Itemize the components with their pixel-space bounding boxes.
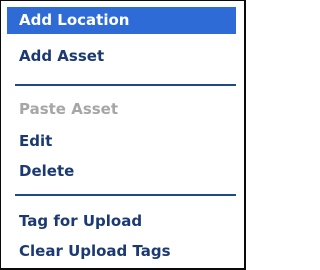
menu-item-add-location[interactable]: Add Location <box>7 7 236 34</box>
menu-separator <box>15 84 236 86</box>
menu-item-clear-upload-tags[interactable]: Clear Upload Tags <box>7 238 236 265</box>
context-menu: Add Location Add Asset Paste Asset Edit … <box>0 0 246 270</box>
menu-item-tag-for-upload[interactable]: Tag for Upload <box>7 208 236 235</box>
menu-item-delete[interactable]: Delete <box>7 158 236 185</box>
menu-item-paste-asset: Paste Asset <box>19 100 119 118</box>
menu-item-add-asset[interactable]: Add Asset <box>7 43 236 70</box>
menu-item-edit[interactable]: Edit <box>7 128 236 155</box>
menu-separator <box>15 194 236 196</box>
